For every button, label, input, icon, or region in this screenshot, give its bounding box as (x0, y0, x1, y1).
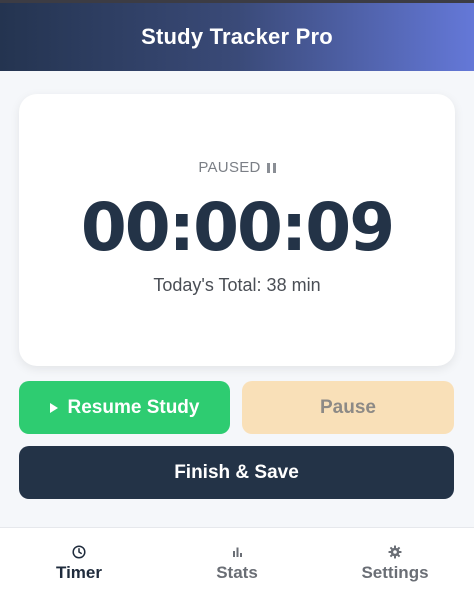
app-header: Study Tracker Pro (0, 0, 474, 71)
app-title: Study Tracker Pro (141, 23, 333, 49)
today-total: Today's Total: 38 min (153, 275, 321, 295)
nav-label-settings: Settings (361, 563, 429, 582)
clock-icon (72, 545, 86, 559)
finish-save-label: Finish & Save (174, 461, 299, 483)
timer-display: 00:00:09 (80, 189, 395, 266)
finish-save-button[interactable]: Finish & Save (19, 446, 454, 499)
nav-item-timer[interactable]: Timer (0, 528, 158, 598)
timer-card: PAUSED 00:00:09 Today's Total: 38 min (19, 94, 455, 366)
status-label: PAUSED (198, 159, 261, 176)
nav-item-settings[interactable]: Settings (316, 528, 474, 598)
resume-study-button[interactable]: Resume Study (19, 381, 230, 434)
pause-icon (266, 162, 276, 173)
resume-study-label: Resume Study (67, 396, 200, 418)
nav-label-timer: Timer (56, 563, 102, 582)
pause-label: Pause (320, 396, 376, 418)
pause-button[interactable]: Pause (242, 381, 454, 434)
bottom-nav: Timer Stats Settings (0, 527, 474, 598)
bar-chart-icon (233, 547, 242, 557)
timer-status: PAUSED (198, 159, 276, 176)
nav-label-stats: Stats (216, 563, 258, 582)
gear-icon (388, 545, 402, 559)
nav-item-stats[interactable]: Stats (158, 528, 316, 598)
play-icon (49, 402, 58, 413)
